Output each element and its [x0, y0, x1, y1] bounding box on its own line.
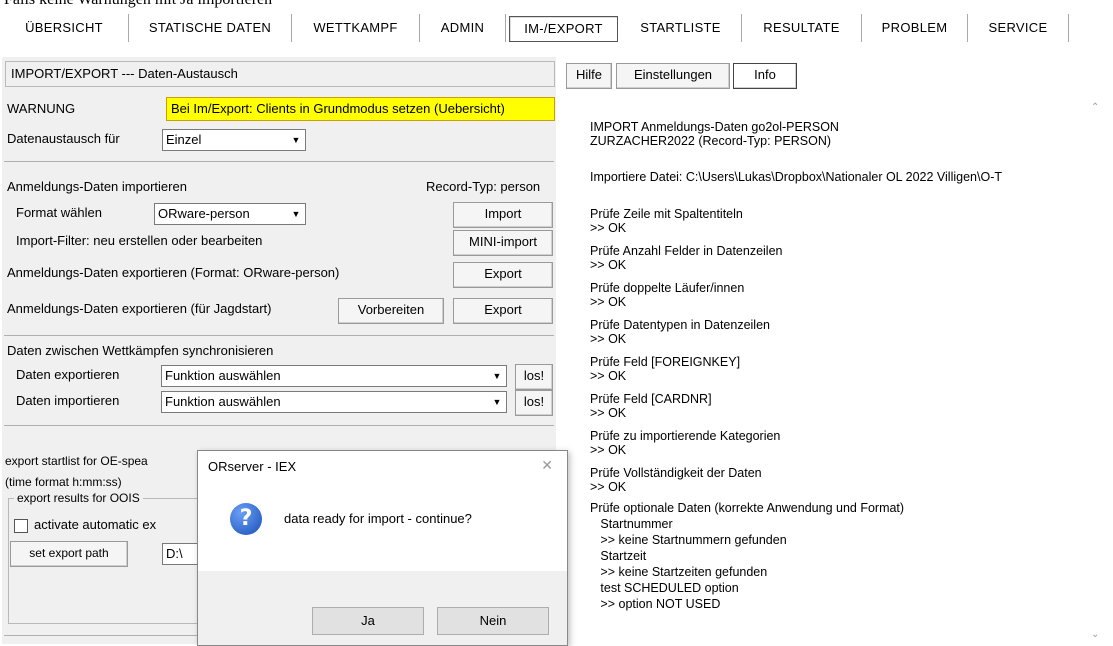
- set-export-path-button[interactable]: set export path: [10, 541, 128, 567]
- exchange-select-value: Einzel: [166, 132, 202, 147]
- chevron-down-icon: ▼: [291, 209, 301, 219]
- chevron-down-icon: ▼: [291, 135, 301, 145]
- log-line: Prüfe Feld [CARDNR]: [590, 392, 712, 406]
- log-line: >> OK: [590, 332, 627, 346]
- tab-info[interactable]: Info: [733, 63, 797, 89]
- sync-import-select[interactable]: Funktion auswählen ▼: [161, 391, 507, 413]
- close-icon[interactable]: ✕: [541, 457, 553, 474]
- log-line: Prüfe zu importierende Kategorien: [590, 429, 781, 443]
- log-line: Importiere Datei: C:\Users\Lukas\Dropbox…: [590, 170, 1002, 184]
- export-hunt-button[interactable]: Export: [453, 298, 553, 324]
- export-path-value: D:\: [166, 546, 183, 561]
- divider: [4, 335, 554, 336]
- log-line: Startnummer: [590, 517, 673, 531]
- confirm-dialog: ORserver - IEX ✕ ? data ready for import…: [197, 450, 568, 646]
- log-line: test SCHEDULED option: [590, 581, 739, 595]
- scroll-down-icon[interactable]: ⌄: [1091, 629, 1099, 640]
- log-line: Prüfe Vollständigkeit der Daten: [590, 466, 762, 480]
- activate-auto-export-label: activate automatic ex: [34, 517, 157, 532]
- mini-import-button[interactable]: MINI-import: [453, 230, 553, 256]
- log-line: ZURZACHER2022 (Record-Typ: PERSON): [590, 134, 832, 148]
- record-type-label: Record-Typ: person: [426, 179, 541, 194]
- dialog-title: ORserver - IEX: [208, 459, 297, 474]
- log-line: >> keine Startzeiten gefunden: [590, 565, 768, 579]
- panel-header-label: IMPORT/EXPORT --- Daten-Austausch: [11, 66, 238, 81]
- log-line: >> OK: [590, 295, 627, 309]
- sync-export-go-button[interactable]: los!: [515, 364, 553, 390]
- exchange-label: Datenaustausch für: [7, 131, 120, 146]
- sync-export-label: Daten exportieren: [16, 367, 120, 382]
- tab-admin[interactable]: ADMIN: [420, 14, 506, 42]
- tab-einstellungen[interactable]: Einstellungen: [616, 63, 730, 89]
- import-button[interactable]: Import: [453, 202, 553, 228]
- warning-label: WARNUNG: [7, 101, 76, 116]
- tab-service[interactable]: SERVICE: [968, 14, 1069, 42]
- log-line: >> OK: [590, 480, 627, 494]
- warning-message: Bei Im/Export: Clients in Grundmodus set…: [166, 97, 555, 121]
- sync-export-select[interactable]: Funktion auswählen ▼: [161, 365, 507, 387]
- divider: [4, 425, 554, 426]
- import-log: IMPORT Anmeldungs-Daten go2ol-PERSON ZUR…: [566, 96, 1104, 644]
- no-button[interactable]: Nein: [437, 607, 549, 635]
- prepare-button[interactable]: Vorbereiten: [338, 298, 444, 324]
- log-line: Prüfe Datentypen in Datenzeilen: [590, 318, 770, 332]
- format-select[interactable]: ORware-person ▼: [154, 203, 306, 225]
- question-icon: ?: [230, 503, 262, 535]
- sync-section-label: Daten zwischen Wettkämpfen synchronisier…: [7, 343, 274, 358]
- tab-im-export[interactable]: IM-/EXPORT: [509, 16, 618, 42]
- log-line: >> OK: [590, 443, 627, 457]
- tab-uebersicht[interactable]: ÜBERSICHT: [0, 14, 129, 42]
- tab-problem[interactable]: PROBLEM: [862, 14, 968, 42]
- log-line: >> option NOT USED: [590, 597, 721, 611]
- log-line: >> OK: [590, 258, 627, 272]
- export-button[interactable]: Export: [453, 262, 553, 288]
- tab-statische-daten[interactable]: STATISCHE DATEN: [129, 14, 292, 42]
- sync-import-select-value: Funktion auswählen: [165, 394, 281, 409]
- tab-wettkampf[interactable]: WETTKAMPF: [292, 14, 420, 42]
- tab-hilfe[interactable]: Hilfe: [566, 63, 612, 89]
- chevron-down-icon: ▼: [492, 371, 502, 381]
- import-filter-label: Import-Filter: neu erstellen oder bearbe…: [16, 233, 263, 248]
- yes-button[interactable]: Ja: [312, 607, 424, 635]
- log-line: Prüfe Feld [FOREIGNKEY]: [590, 355, 741, 369]
- log-line: Prüfe Anzahl Felder in Datenzeilen: [590, 244, 783, 258]
- log-line: IMPORT Anmeldungs-Daten go2ol-PERSON: [590, 120, 839, 134]
- page-caption: Falls keine Warnungen mit Ja importieren: [4, 0, 272, 9]
- chevron-down-icon: ▼: [492, 397, 502, 407]
- format-label: Format wählen: [16, 205, 102, 220]
- info-tab-bar: Hilfe Einstellungen Info: [566, 63, 1106, 91]
- exchange-select[interactable]: Einzel ▼: [162, 129, 306, 151]
- log-line: Startzeit: [590, 549, 647, 563]
- log-line: >> OK: [590, 406, 627, 420]
- log-line: >> OK: [590, 221, 627, 235]
- oois-group-label: export results for OOIS: [14, 491, 143, 505]
- log-line: >> OK: [590, 369, 627, 383]
- sync-export-select-value: Funktion auswählen: [165, 368, 281, 383]
- tab-resultate[interactable]: RESULTATE: [742, 14, 862, 42]
- time-format-label: (time format h:mm:ss): [5, 475, 122, 489]
- log-scrollbar[interactable]: ⌃ ⌄: [1088, 96, 1104, 644]
- scroll-up-icon[interactable]: ⌃: [1091, 102, 1099, 113]
- import-section-label: Anmeldungs-Daten importieren: [7, 179, 187, 194]
- dialog-message: data ready for import - continue?: [284, 511, 472, 526]
- log-line: Prüfe doppelte Läufer/innen: [590, 281, 745, 295]
- sync-import-go-button[interactable]: los!: [515, 390, 553, 416]
- dialog-button-bar: Ja Nein: [198, 571, 567, 645]
- divider: [4, 161, 554, 162]
- tab-startliste[interactable]: STARTLISTE: [620, 14, 742, 42]
- sync-import-label: Daten importieren: [16, 393, 120, 408]
- export-label: Anmeldungs-Daten exportieren (Format: OR…: [7, 265, 340, 280]
- format-select-value: ORware-person: [158, 206, 250, 221]
- log-line: Prüfe optionale Daten (korrekte Anwendun…: [590, 501, 905, 515]
- log-line: >> keine Startnummern gefunden: [590, 533, 787, 547]
- activate-auto-export-checkbox[interactable]: [14, 519, 28, 533]
- panel-header: IMPORT/EXPORT --- Daten-Austausch: [5, 61, 555, 87]
- log-line: Prüfe Zeile mit Spaltentiteln: [590, 207, 743, 221]
- oe-startlist-label: export startlist for OE-spea: [5, 454, 148, 468]
- main-tab-bar: ÜBERSICHT STATISCHE DATEN WETTKAMPF ADMI…: [0, 14, 1113, 46]
- export-hunt-label: Anmeldungs-Daten exportieren (für Jagdst…: [7, 301, 272, 316]
